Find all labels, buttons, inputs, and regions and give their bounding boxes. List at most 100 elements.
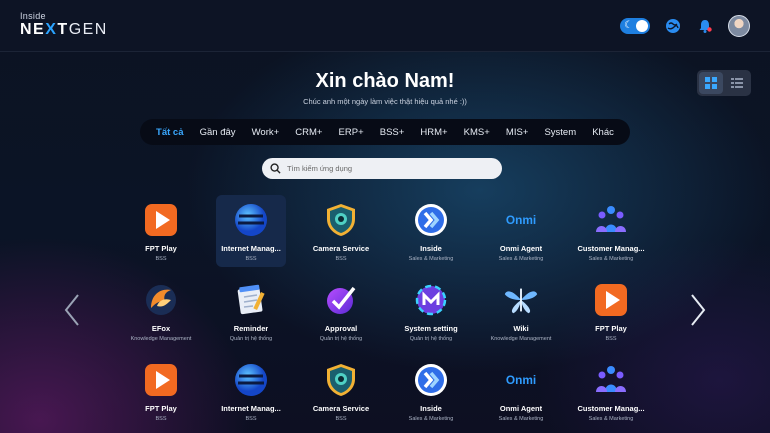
efox-icon bbox=[142, 281, 180, 319]
app-tile[interactable]: Internet Manag... BSS bbox=[206, 354, 296, 433]
app-name: EFox bbox=[151, 324, 171, 333]
top-actions: ☾ bbox=[620, 14, 750, 38]
app-tile[interactable]: FPT Play BSS bbox=[566, 274, 656, 354]
inside-icon bbox=[412, 201, 450, 239]
app-category: BSS bbox=[605, 336, 617, 342]
internet-manager-icon bbox=[232, 361, 270, 399]
previous-page-arrow[interactable] bbox=[62, 290, 82, 330]
chevron-right-icon bbox=[691, 294, 706, 326]
app-name: FPT Play bbox=[595, 324, 627, 333]
app-category: BSS bbox=[155, 256, 167, 262]
app-name: Camera Service bbox=[312, 244, 370, 253]
svg-text:Onmi: Onmi bbox=[506, 213, 536, 227]
bell-icon[interactable] bbox=[696, 17, 714, 35]
app-name: System setting bbox=[404, 324, 458, 333]
app-tile[interactable]: Wiki Knowledge Management bbox=[476, 274, 566, 354]
app-tile[interactable]: FPT Play BSS bbox=[116, 194, 206, 274]
app-tile[interactable]: Approval Quản trị hệ thống bbox=[296, 274, 386, 354]
toggle-knob bbox=[636, 20, 648, 32]
app-name: Onmi Agent bbox=[499, 244, 543, 253]
tab-work[interactable]: Work+ bbox=[252, 127, 280, 138]
tab-hrm[interactable]: HRM+ bbox=[420, 127, 447, 138]
app-grid: FPT Play BSS Internet Manag... BSS Camera Se… bbox=[116, 194, 656, 433]
app-category: Knowledge Management bbox=[490, 336, 552, 342]
app-name: FPT Play bbox=[145, 404, 177, 413]
tab-bss[interactable]: BSS+ bbox=[380, 127, 405, 138]
app-category: Sales & Marketing bbox=[588, 256, 634, 262]
app-category: Sales & Marketing bbox=[588, 416, 634, 422]
globe-icon[interactable] bbox=[664, 17, 682, 35]
user-avatar[interactable] bbox=[728, 15, 750, 37]
app-tile[interactable]: Onmi Onmi Agent Sales & Marketing bbox=[476, 194, 566, 274]
app-tile[interactable]: Camera Service BSS bbox=[296, 194, 386, 274]
app-search-box bbox=[262, 158, 502, 179]
fpt-play-icon bbox=[592, 281, 630, 319]
app-name: Inside bbox=[420, 404, 442, 413]
tab-crm[interactable]: CRM+ bbox=[295, 127, 322, 138]
app-category: Quản trị hệ thống bbox=[229, 336, 273, 342]
onmi-agent-icon: Onmi bbox=[502, 361, 540, 399]
app-tile[interactable]: Inside Sales & Marketing bbox=[386, 354, 476, 433]
app-category: BSS bbox=[155, 416, 167, 422]
app-category: Sales & Marketing bbox=[498, 256, 544, 262]
system-setting-icon bbox=[412, 281, 450, 319]
tab-other[interactable]: Khác bbox=[592, 127, 614, 138]
camera-service-icon bbox=[322, 361, 360, 399]
app-name: Internet Manag... bbox=[221, 404, 281, 413]
app-tile[interactable]: FPT Play BSS bbox=[116, 354, 206, 433]
app-name: Internet Manag... bbox=[221, 244, 281, 253]
tab-mis[interactable]: MIS+ bbox=[506, 127, 528, 138]
tab-all[interactable]: Tất cả bbox=[156, 127, 183, 138]
app-tile[interactable]: Camera Service BSS bbox=[296, 354, 386, 433]
logo-big-text: NEXTGEN bbox=[20, 21, 108, 38]
fpt-play-icon bbox=[142, 361, 180, 399]
inside-icon bbox=[412, 361, 450, 399]
search-input[interactable] bbox=[287, 164, 487, 173]
greeting-subtitle: Chúc anh một ngày làm việc thật hiệu quả… bbox=[303, 97, 467, 106]
app-category: BSS bbox=[335, 256, 347, 262]
chevron-left-icon bbox=[64, 294, 79, 326]
app-name: FPT Play bbox=[145, 244, 177, 253]
moon-icon: ☾ bbox=[624, 20, 633, 31]
svg-text:Onmi: Onmi bbox=[506, 373, 536, 387]
tab-recent[interactable]: Gần đây bbox=[200, 127, 236, 138]
category-tabs: Tất cả Gần đây Work+ CRM+ ERP+ BSS+ HRM+… bbox=[140, 119, 630, 145]
fpt-play-icon bbox=[142, 201, 180, 239]
theme-toggle[interactable]: ☾ bbox=[620, 18, 650, 34]
app-category: Sales & Marketing bbox=[408, 256, 454, 262]
app-name: Reminder bbox=[233, 324, 269, 333]
app-tile[interactable]: Onmi Onmi Agent Sales & Marketing bbox=[476, 354, 566, 433]
app-category: BSS bbox=[245, 416, 257, 422]
next-page-arrow[interactable] bbox=[688, 290, 708, 330]
app-tile[interactable]: Internet Manag... BSS bbox=[206, 194, 296, 274]
app-category: Sales & Marketing bbox=[498, 416, 544, 422]
tab-erp[interactable]: ERP+ bbox=[339, 127, 364, 138]
app-name: Onmi Agent bbox=[499, 404, 543, 413]
logo-small-text: Inside bbox=[20, 11, 46, 21]
customer-management-icon bbox=[592, 201, 630, 239]
tab-kms[interactable]: KMS+ bbox=[464, 127, 490, 138]
app-tile[interactable]: Reminder Quản trị hệ thống bbox=[206, 274, 296, 354]
app-tile[interactable]: Customer Manag... Sales & Marketing bbox=[566, 354, 656, 433]
app-tile[interactable]: Customer Manag... Sales & Marketing bbox=[566, 194, 656, 274]
app-name: Camera Service bbox=[312, 404, 370, 413]
search-icon bbox=[270, 163, 281, 174]
camera-service-icon bbox=[322, 201, 360, 239]
app-name: Customer Manag... bbox=[577, 404, 645, 413]
app-tile[interactable]: Inside Sales & Marketing bbox=[386, 194, 476, 274]
app-name: Wiki bbox=[513, 324, 529, 333]
reminder-icon bbox=[232, 281, 270, 319]
app-tile[interactable]: EFox Knowledge Management bbox=[116, 274, 206, 354]
tab-system[interactable]: System bbox=[544, 127, 576, 138]
customer-management-icon bbox=[592, 361, 630, 399]
app-category: Sales & Marketing bbox=[408, 416, 454, 422]
approval-icon bbox=[322, 281, 360, 319]
app-name: Inside bbox=[420, 244, 442, 253]
app-category: Quản trị hệ thống bbox=[409, 336, 453, 342]
wiki-icon bbox=[502, 281, 540, 319]
app-tile[interactable]: System setting Quản trị hệ thống bbox=[386, 274, 476, 354]
inside-nextgen-logo[interactable]: Inside NEXTGEN bbox=[20, 11, 108, 39]
app-category: Quản trị hệ thống bbox=[319, 336, 363, 342]
onmi-agent-icon: Onmi bbox=[502, 201, 540, 239]
app-name: Customer Manag... bbox=[577, 244, 645, 253]
